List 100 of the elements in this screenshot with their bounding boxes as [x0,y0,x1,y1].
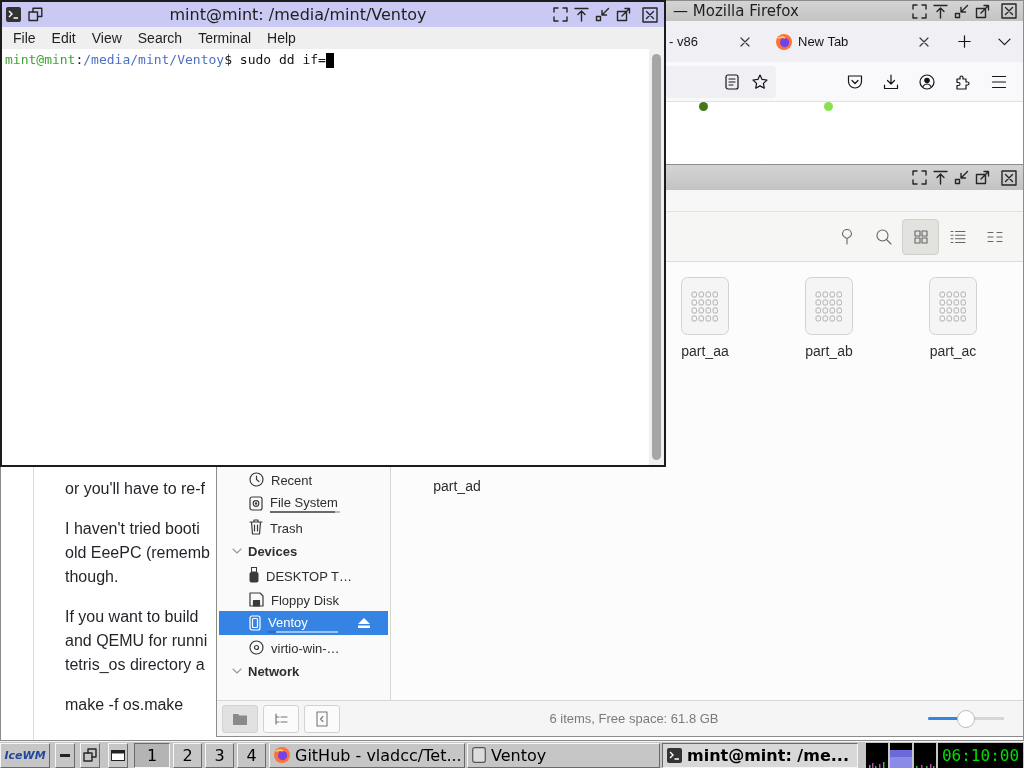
roll-up-icon[interactable] [933,3,948,19]
readme-paragraph: I haven't tried booti old EeePC (rememb though. [65,519,210,587]
drive-icon [249,615,261,631]
sidebar-item[interactable]: Ventoy [219,611,388,635]
menu-item[interactable]: Terminal [190,30,260,46]
minimize-icon[interactable] [954,3,969,19]
roll-up-icon[interactable] [933,170,948,185]
puzzle-icon[interactable] [955,73,971,90]
menu-item[interactable]: Search [129,30,191,46]
disc-icon [249,639,264,655]
window-title: mint@mint: /media/mint/Ventoy [169,5,427,24]
menu-icon[interactable] [991,74,1007,89]
activity-graph-icon [914,742,936,768]
text-cursor-icon [325,52,334,68]
menu-item[interactable]: File [5,30,44,46]
menu-item[interactable]: Edit [43,30,84,46]
compact-view-icon [986,230,1003,243]
browser-tab[interactable]: - v86 [667,24,767,59]
fullscreen-icon[interactable] [912,170,927,185]
close-icon[interactable] [642,6,658,23]
activity-graph-icon [890,742,912,768]
plus-icon[interactable] [958,35,971,48]
task-button[interactable]: GitHub - vladcc/Tet... [269,742,465,768]
readme-paragraph: make -f os.make [65,695,184,715]
file-name[interactable]: part_ab [805,343,853,359]
sidebar-item[interactable]: virtio-win-… [219,635,388,659]
menu-item[interactable]: View [83,30,130,46]
readme-paragraph: or you'll have to re-f [65,479,205,499]
fullscreen-icon[interactable] [553,7,568,22]
workspace-button[interactable]: 1 [134,742,170,768]
download-icon[interactable] [883,73,899,90]
maximize-icon[interactable] [975,3,990,19]
section-heading: Devices [248,543,298,559]
browser-icon [776,33,792,50]
close-icon[interactable] [1001,3,1017,19]
maximize-icon[interactable] [975,170,990,185]
show-desktop-icon [60,753,70,757]
window-list-button[interactable] [80,742,100,768]
close-icon[interactable] [919,36,929,47]
grid-view-icon [913,229,928,244]
close-icon[interactable] [1001,169,1017,186]
sidebar-item[interactable]: File System [219,491,388,515]
menu-item[interactable]: Help [259,30,304,46]
window-title: — Mozilla Firefox [673,2,799,20]
trash-icon [249,519,263,535]
status-text: 6 items, Free space: 61.8 GB [549,711,719,726]
eject-icon[interactable] [358,618,370,628]
section-heading: Network [248,663,300,679]
scrollbar-thumb[interactable] [652,54,661,460]
panel-left-icon [316,710,328,727]
window-menu-button[interactable] [108,742,128,768]
fullscreen-icon[interactable] [912,3,927,19]
slider-thumb[interactable] [957,709,975,728]
file-name[interactable]: part_aa [681,343,729,359]
readme-paragraph: If you want to build and QEMU for runni tetris_os directory a [65,607,208,675]
show-desktop-button[interactable] [55,742,75,768]
file-name[interactable]: part_ad [433,478,481,494]
terminal-prompt: mint@mint:/media/mint/Ventoy$ sudo dd if= [5,52,326,68]
sidebar-toggle-button[interactable] [304,704,340,733]
task-button[interactable]: mint@mint: /me... [662,742,858,768]
window-icon [472,747,486,763]
close-icon[interactable] [740,36,750,47]
window-icon [111,749,125,761]
workspace-button[interactable]: 4 [237,742,266,768]
task-button[interactable]: Ventoy [467,742,660,768]
address-field[interactable] [666,65,776,98]
clock-icon [249,471,264,487]
windows-icon [83,748,97,762]
scrollbar[interactable] [649,49,664,465]
minimize-icon[interactable] [595,7,610,22]
windows-icon[interactable] [28,7,43,22]
workspace-button[interactable]: 2 [173,742,202,768]
roll-up-icon[interactable] [574,7,589,22]
pin-icon [840,228,853,245]
folder-icon [233,712,247,725]
activity-graph-icon [866,742,888,768]
browser-tab[interactable]: New Tab [767,24,946,59]
terminal-icon [667,747,682,763]
star-icon[interactable] [752,73,768,90]
sidebar-mode-button[interactable] [222,704,258,733]
terminal-icon[interactable] [6,7,21,22]
reader-view-icon[interactable] [725,73,739,90]
drive-icon [249,495,263,511]
sidebar-item[interactable]: Trash [219,515,388,539]
start-button[interactable]: IceWM [0,742,50,768]
file-name[interactable]: part_ac [929,343,977,359]
search-icon [875,228,892,245]
shield-chevron-icon[interactable] [847,73,863,90]
workspace-button[interactable]: 3 [205,742,234,768]
minimize-icon[interactable] [954,170,969,185]
account-icon[interactable] [919,73,935,90]
maximize-icon[interactable] [616,7,631,22]
sidebar-item[interactable]: Recent [219,467,388,491]
sidebar-item[interactable]: DESKTOP T… [219,563,388,587]
browser-icon [274,747,290,763]
sidebar-item[interactable]: Floppy Disk [219,587,388,611]
clock: 06:10:00 [938,742,1023,768]
chevron-down-icon[interactable] [998,37,1011,46]
usb-stick-icon [249,567,259,583]
tree-icon [274,712,288,725]
